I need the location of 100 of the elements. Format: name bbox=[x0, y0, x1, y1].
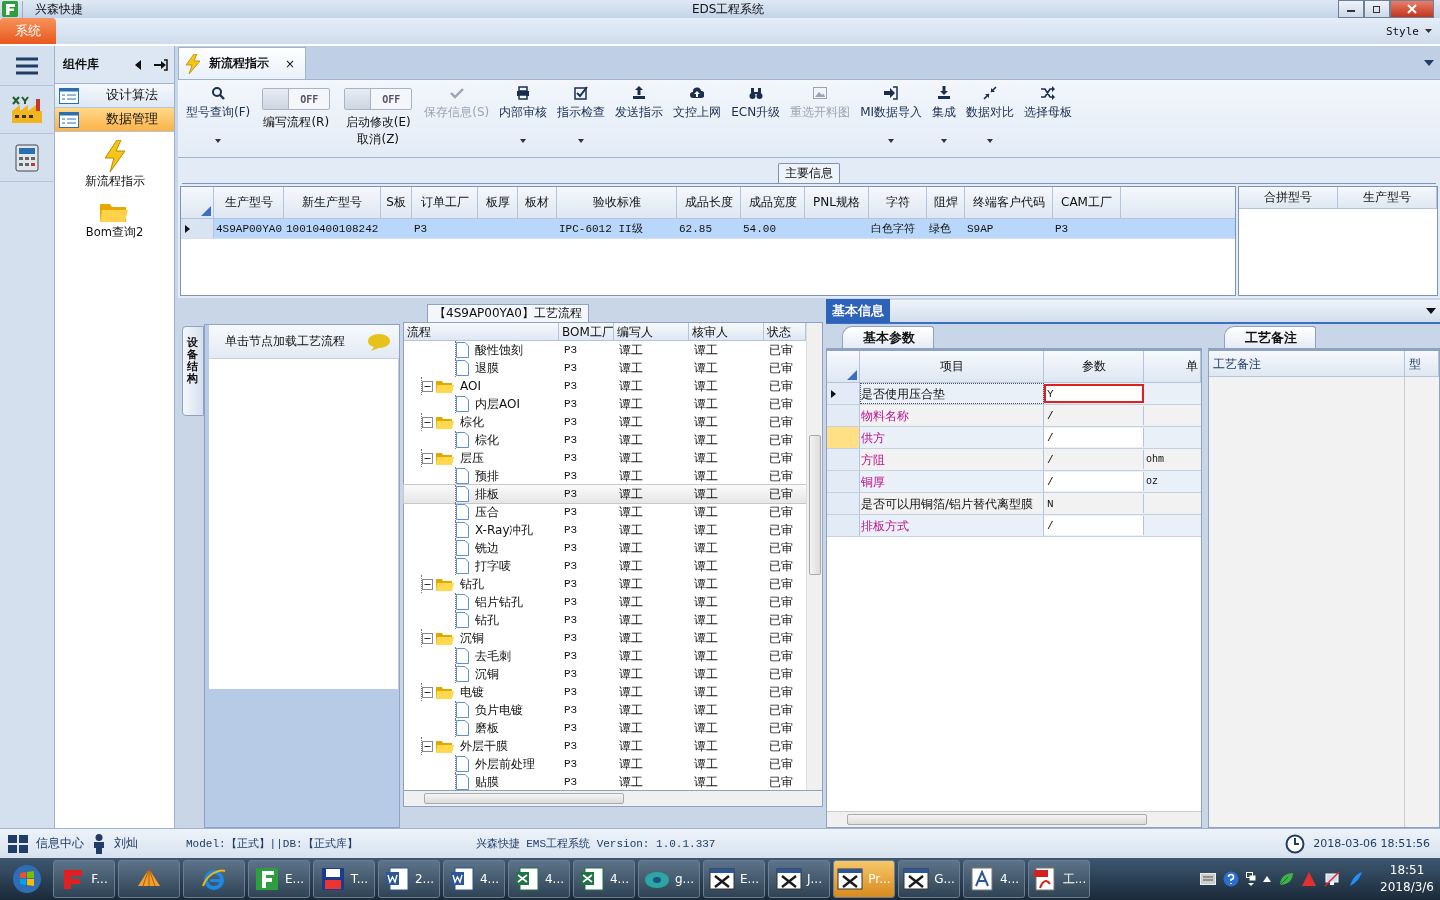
caret-icon[interactable] bbox=[1425, 29, 1432, 33]
taskbar-button[interactable]: E... bbox=[248, 860, 310, 898]
caret-icon[interactable] bbox=[1424, 59, 1434, 66]
toolbar-button[interactable]: 文控上网 bbox=[669, 86, 726, 121]
taskbar-button[interactable]: 4... bbox=[508, 860, 570, 898]
taskbar-clock[interactable]: 18:51 2018/3/6 bbox=[1380, 862, 1434, 896]
taskbar-button[interactable]: 2... bbox=[378, 860, 440, 898]
taskbar-button[interactable]: G... bbox=[898, 860, 960, 898]
tree-row[interactable]: 负片电镀 P3 谭工 谭工 已审 bbox=[404, 701, 806, 719]
tree-row[interactable]: 沉铜 P3 谭工 谭工 已审 bbox=[404, 665, 806, 683]
tree-row[interactable]: 磨板 P3 谭工 谭工 已审 bbox=[404, 719, 806, 737]
collapse-icon[interactable] bbox=[422, 632, 433, 644]
toolbar-button[interactable]: 集成 bbox=[928, 86, 961, 143]
tree-row[interactable]: 钻孔 P3 谭工 谭工 已审 bbox=[404, 575, 806, 593]
toolbar-button[interactable]: 指示检查 bbox=[553, 86, 610, 143]
tree-row[interactable]: 退膜 P3 谭工 谭工 已审 bbox=[404, 359, 806, 377]
value-field[interactable]: / bbox=[1044, 450, 1144, 469]
column-header[interactable]: 板材 bbox=[518, 187, 557, 218]
tree-row[interactable]: 沉铜 P3 谭工 谭工 已审 bbox=[404, 629, 806, 647]
tree-row[interactable]: 去毛刺 P3 谭工 谭工 已审 bbox=[404, 647, 806, 665]
sidebar-item[interactable]: 数据管理 bbox=[55, 108, 174, 132]
tree-row[interactable]: X-Ray冲孔 P3 谭工 谭工 已审 bbox=[404, 521, 806, 539]
collapse-left-icon[interactable] bbox=[134, 59, 142, 70]
network-icon[interactable] bbox=[1324, 871, 1341, 887]
column-header[interactable]: CAM工厂 bbox=[1053, 187, 1121, 218]
value-field[interactable]: N bbox=[1044, 494, 1144, 513]
toolbar-button[interactable]: 选择母板 bbox=[1020, 86, 1077, 121]
column-header[interactable]: 字符 bbox=[869, 187, 927, 218]
scrollbar[interactable] bbox=[827, 811, 1201, 827]
collapse-icon[interactable] bbox=[422, 740, 433, 752]
collapse-icon[interactable] bbox=[422, 452, 433, 464]
keyboard-icon[interactable] bbox=[1200, 873, 1217, 885]
collapse-icon[interactable] bbox=[422, 380, 433, 392]
column-header[interactable]: S板 bbox=[381, 187, 412, 218]
tree-row[interactable]: 压合 P3 谭工 谭工 已审 bbox=[404, 503, 806, 521]
column-header[interactable]: BOM工厂 bbox=[559, 323, 614, 340]
column-header[interactable]: 终端客户代码 bbox=[965, 187, 1053, 218]
sidebar-item[interactable]: 设计算法 bbox=[55, 84, 174, 108]
toolbar-button[interactable]: 型号查询(F) bbox=[182, 86, 255, 143]
window-switch-icon[interactable] bbox=[1246, 872, 1257, 886]
column-header[interactable]: 合拼型号 bbox=[1239, 187, 1338, 208]
taskbar-button[interactable]: g... bbox=[638, 860, 700, 898]
taskbar-button[interactable]: 4... bbox=[573, 860, 635, 898]
tree-row[interactable]: 铝片钻孔 P3 谭工 谭工 已审 bbox=[404, 593, 806, 611]
column-header[interactable]: 验收标准 bbox=[557, 187, 677, 218]
taskbar-button[interactable]: F... bbox=[53, 860, 115, 898]
sign-in-icon[interactable] bbox=[154, 58, 168, 71]
column-header[interactable]: 成品长度 bbox=[677, 187, 741, 218]
feather-icon[interactable] bbox=[1347, 871, 1364, 887]
minimize-button[interactable] bbox=[1338, 0, 1364, 18]
style-menu[interactable]: Style bbox=[1385, 24, 1419, 38]
value-field[interactable]: / bbox=[1044, 406, 1144, 425]
caret-icon[interactable] bbox=[1426, 308, 1436, 314]
taskbar-button[interactable]: 工... bbox=[1028, 860, 1090, 898]
close-tab-button[interactable]: × bbox=[285, 56, 296, 71]
column-header[interactable]: 订单工厂 bbox=[412, 187, 478, 218]
column-header[interactable]: 生产型号 bbox=[1338, 187, 1437, 208]
vertical-tab[interactable]: 设备结构 bbox=[182, 326, 204, 416]
value-field[interactable]: Y bbox=[1044, 384, 1144, 403]
column-header[interactable]: 核审人 bbox=[689, 323, 764, 340]
grid-icon[interactable] bbox=[8, 834, 28, 853]
toggle-switch[interactable]: OFF bbox=[344, 88, 413, 110]
column-header[interactable]: 生产型号 bbox=[214, 187, 284, 218]
column-header[interactable]: 流程 bbox=[404, 323, 559, 340]
caret-icon[interactable] bbox=[1263, 876, 1272, 882]
column-header[interactable]: 工艺备注 bbox=[1209, 351, 1405, 376]
tree-row[interactable]: 层压 P3 谭工 谭工 已审 bbox=[404, 449, 806, 467]
taskbar-button[interactable] bbox=[183, 860, 245, 898]
tree-row[interactable]: 棕化 P3 谭工 谭工 已审 bbox=[404, 413, 806, 431]
column-header[interactable]: 型 bbox=[1405, 351, 1439, 376]
column-header[interactable]: 项目 bbox=[860, 351, 1044, 382]
document-tab[interactable]: 新流程指示 × bbox=[178, 47, 307, 79]
leaf-icon[interactable] bbox=[1278, 871, 1295, 887]
close-button[interactable] bbox=[1390, 0, 1434, 18]
value-field[interactable]: / bbox=[1044, 428, 1144, 447]
info-center-link[interactable]: 信息中心 bbox=[36, 835, 84, 852]
tray-app-icon[interactable] bbox=[1301, 871, 1318, 887]
collapse-icon[interactable] bbox=[422, 686, 433, 698]
column-header[interactable]: 新生产型号 bbox=[284, 187, 381, 218]
column-header[interactable]: 参数 bbox=[1044, 351, 1144, 382]
help-icon[interactable] bbox=[1223, 871, 1240, 887]
taskbar-button[interactable]: 4... bbox=[963, 860, 1025, 898]
row-header[interactable] bbox=[827, 383, 860, 404]
tree-row[interactable]: AOI P3 谭工 谭工 已审 bbox=[404, 377, 806, 395]
taskbar-button[interactable]: T... bbox=[313, 860, 375, 898]
tree-row[interactable]: 钻孔 P3 谭工 谭工 已审 bbox=[404, 611, 806, 629]
toolbar-button[interactable]: 数据对比 bbox=[962, 86, 1019, 143]
panel-tab[interactable]: 基本信息 bbox=[826, 299, 890, 323]
column-header[interactable]: 阻焊 bbox=[927, 187, 965, 218]
column-header[interactable]: 编写人 bbox=[614, 323, 689, 340]
taskbar-button[interactable]: J... bbox=[768, 860, 830, 898]
tree-row[interactable]: 外层前处理 P3 谭工 谭工 已审 bbox=[404, 755, 806, 773]
toolbar-button[interactable]: 发送指示 bbox=[611, 86, 668, 121]
collapse-icon[interactable] bbox=[422, 578, 433, 590]
toolbar-button[interactable]: ECN升级 bbox=[727, 86, 785, 121]
tree-row[interactable]: 棕化 P3 谭工 谭工 已审 bbox=[404, 431, 806, 449]
taskbar-button[interactable] bbox=[118, 860, 180, 898]
tree-row[interactable]: 电镀 P3 谭工 谭工 已审 bbox=[404, 683, 806, 701]
tree-row[interactable]: 排板 P3 谭工 谭工 已审 bbox=[404, 485, 806, 503]
tree-row[interactable]: 酸性蚀刻 P3 谭工 谭工 已审 bbox=[404, 341, 806, 359]
